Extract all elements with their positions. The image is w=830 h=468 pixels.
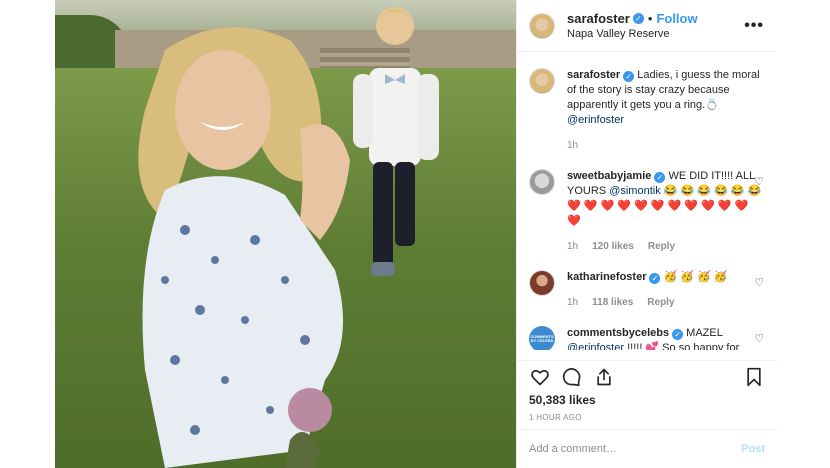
share-icon[interactable] [593,366,615,388]
comment-time[interactable]: 1h [567,239,578,254]
comment-text-block: commentsbycelebs ✓ MAZEL @erinfoster !!!!… [567,326,763,350]
author-username[interactable]: sarafoster [567,11,630,27]
comment-text-block: katharinefoster ✓ 🥳 🥳 🥳 🥳 [567,270,763,285]
verified-badge-icon: ✓ [654,172,666,183]
post-location[interactable]: Napa Valley Reserve [567,27,744,41]
likes-count[interactable]: 50,383 likes [529,393,765,407]
header-user-row: sarafoster ✓ • Follow [567,11,744,27]
comment-username[interactable]: sweetbabyjamie [567,170,651,182]
comment-like-heart-icon[interactable]: ♡ [754,332,764,345]
comments-list[interactable]: sarafoster ✓ Ladies, i guess the moral of… [517,52,776,350]
comment-item: katharinefoster ✓ 🥳 🥳 🥳 🥳 1h 118 likes Re… [529,270,764,310]
reply-button[interactable]: Reply [647,295,674,310]
post-header: sarafoster ✓ • Follow Napa Valley Reserv… [517,0,776,52]
commenter-avatar[interactable]: COMMENTS BY CELEBS [529,326,555,350]
post-photo[interactable] [55,0,516,468]
comment-mention[interactable]: @erinfoster [567,342,624,350]
comment-item: COMMENTS BY CELEBS commentsbycelebs ✓ MAZE… [529,326,764,350]
caption-time[interactable]: 1h [567,138,578,153]
comment-mention[interactable]: @simontik [609,185,661,197]
commenter-avatar[interactable] [529,169,555,195]
comment-meta: 1h 120 likes Reply [567,239,763,254]
post-time[interactable]: 1 HOUR AGO [529,413,765,422]
comment-text: MAZEL [686,327,723,339]
follow-button[interactable]: Follow [656,11,697,27]
caption-body: sarafoster ✓ Ladies, i guess the moral of… [567,68,763,153]
comment-username[interactable]: katharinefoster [567,271,646,283]
header-text: sarafoster ✓ • Follow Napa Valley Reserv… [567,11,744,41]
comment-body: commentsbycelebs ✓ MAZEL @erinfoster !!!!… [567,326,763,350]
comment-like-heart-icon[interactable]: ♡ [754,175,764,188]
comment-like-heart-icon[interactable]: ♡ [754,276,764,289]
verified-badge-icon: ✓ [623,71,635,82]
comment-body: katharinefoster ✓ 🥳 🥳 🥳 🥳 1h 118 likes Re… [567,270,763,310]
comment-input[interactable] [529,443,742,455]
comment-body: sweetbabyjamie ✓ WE DID IT!!!! ALL YOURS … [567,169,763,254]
comment-emojis: 🥳 🥳 🥳 🥳 [663,271,728,283]
add-comment-bar: Post [517,429,777,468]
instagram-post: sarafoster ✓ • Follow Napa Valley Reserv… [55,0,777,468]
comment-likes[interactable]: 120 likes [592,239,634,254]
comment-meta: 1h 118 likes Reply [567,295,763,310]
caption-username[interactable]: sarafoster [567,69,620,81]
caption-avatar[interactable] [529,68,555,94]
comment-likes[interactable]: 118 likes [592,295,633,310]
bookmark-icon[interactable] [743,366,765,388]
post-side-panel: sarafoster ✓ • Follow Napa Valley Reserv… [516,0,777,468]
post-comment-button[interactable]: Post [741,443,765,455]
caption: sarafoster ✓ Ladies, i guess the moral of… [529,68,764,153]
comment-item: sweetbabyjamie ✓ WE DID IT!!!! ALL YOURS … [529,169,764,254]
comment-text-block: sweetbabyjamie ✓ WE DID IT!!!! ALL YOURS … [567,169,763,229]
verified-badge-icon: ✓ [649,273,661,284]
photo-woman [138,27,350,468]
verified-badge-icon: ✓ [632,13,644,24]
more-options-icon[interactable]: ••• [744,17,764,35]
comment-time[interactable]: 1h [567,295,578,310]
heart-icon[interactable] [529,366,551,388]
commenter-avatar[interactable] [529,270,555,296]
separator-dot: • [647,10,653,26]
caption-text-block: sarafoster ✓ Ladies, i guess the moral of… [567,68,763,128]
caption-meta: 1h [567,138,763,153]
author-avatar[interactable] [529,12,555,39]
comment-tail: !!!!! 💕 So so happy for [627,342,740,350]
comment-icon[interactable] [561,366,583,388]
reply-button[interactable]: Reply [648,239,675,254]
post-actions: 50,383 likes 1 HOUR AGO [517,360,777,422]
comment-username[interactable]: commentsbycelebs [567,327,669,339]
action-icons [529,363,765,391]
verified-badge-icon: ✓ [672,329,684,340]
caption-mention[interactable]: @erinfoster [567,114,624,126]
